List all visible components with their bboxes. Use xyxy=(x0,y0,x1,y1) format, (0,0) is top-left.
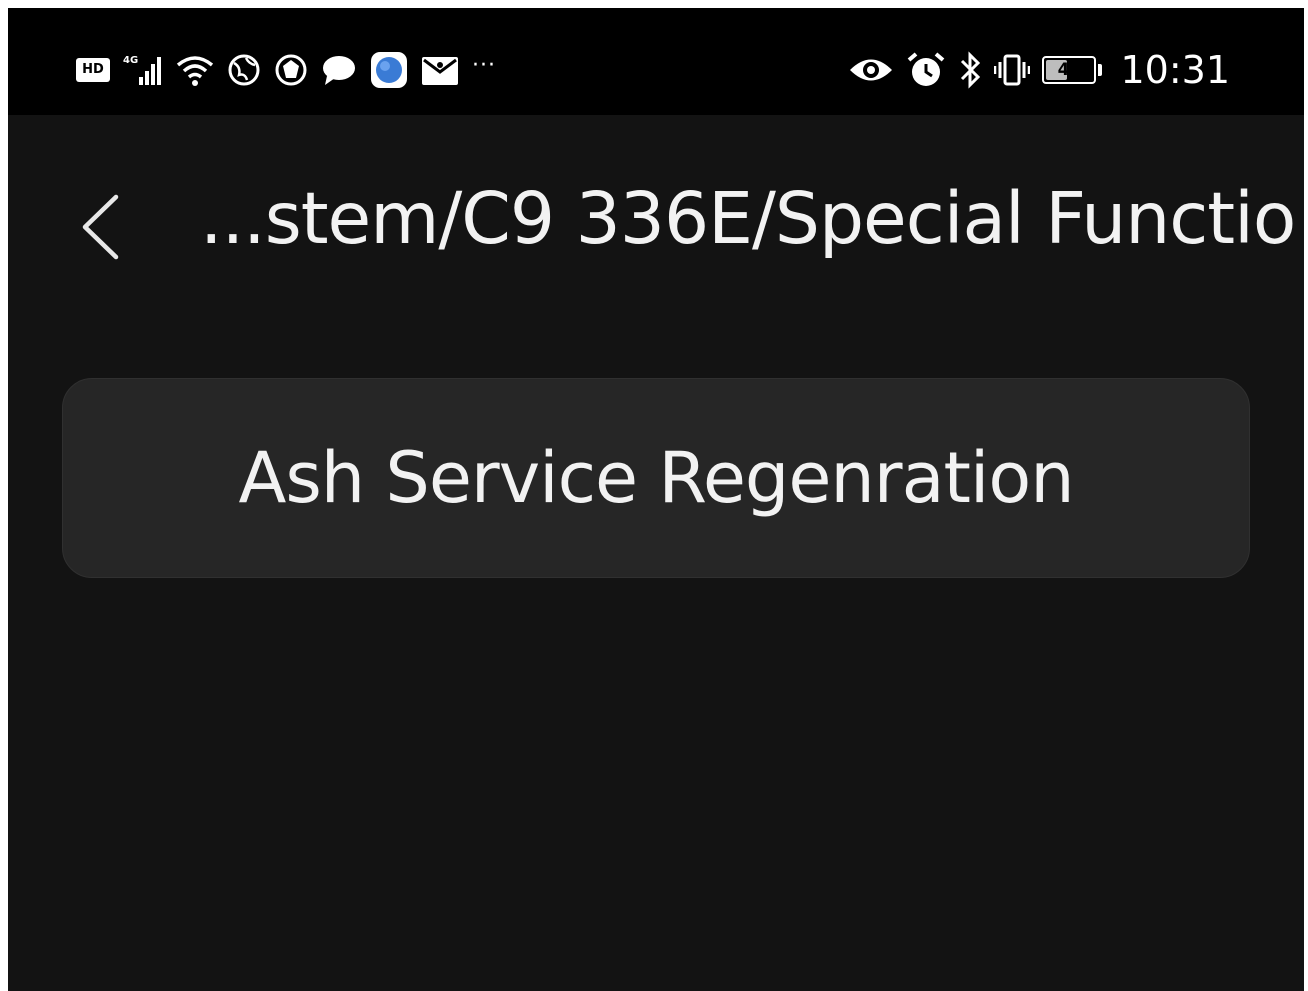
wifi-icon xyxy=(176,53,214,87)
vpn-shield-icon xyxy=(274,53,308,87)
signal-4g-icon: 4G xyxy=(123,53,163,87)
chevron-left-icon xyxy=(82,194,119,260)
hd-icon: HD xyxy=(76,58,110,82)
status-time: 10:31 xyxy=(1120,48,1230,92)
function-label: Ash Service Regenration xyxy=(238,437,1074,519)
alarm-icon xyxy=(906,51,946,89)
phone-screen: HD 4G ··· 46 10:31 ...stem/C9 336E/Speci… xyxy=(8,8,1304,991)
back-button[interactable] xyxy=(70,187,130,267)
page-title: ...stem/C9 336E/Special Function xyxy=(200,177,1300,260)
status-right-icons: 46 10:31 xyxy=(848,48,1230,92)
svg-text:4G: 4G xyxy=(123,55,138,66)
status-left-icons: HD 4G ··· xyxy=(76,50,496,90)
battery-body: 46 xyxy=(1042,56,1097,84)
app-circle-icon xyxy=(370,51,408,89)
ash-service-regeneration-button[interactable]: Ash Service Regenration xyxy=(62,378,1250,578)
status-bar: HD 4G ··· 46 10:31 xyxy=(8,8,1304,115)
browser-globe-icon xyxy=(227,53,261,87)
more-notifications-icon: ··· xyxy=(472,52,496,78)
battery-level: 46 xyxy=(1057,60,1082,80)
chat-bubble-icon xyxy=(321,54,357,86)
bluetooth-icon xyxy=(958,51,982,89)
eye-comfort-icon xyxy=(848,55,894,85)
battery-tip xyxy=(1098,64,1103,76)
mail-icon xyxy=(421,53,459,87)
battery-icon: 46 xyxy=(1042,56,1103,84)
navigation-bar: ...stem/C9 336E/Special Function xyxy=(8,115,1304,335)
vibrate-icon xyxy=(994,52,1031,88)
